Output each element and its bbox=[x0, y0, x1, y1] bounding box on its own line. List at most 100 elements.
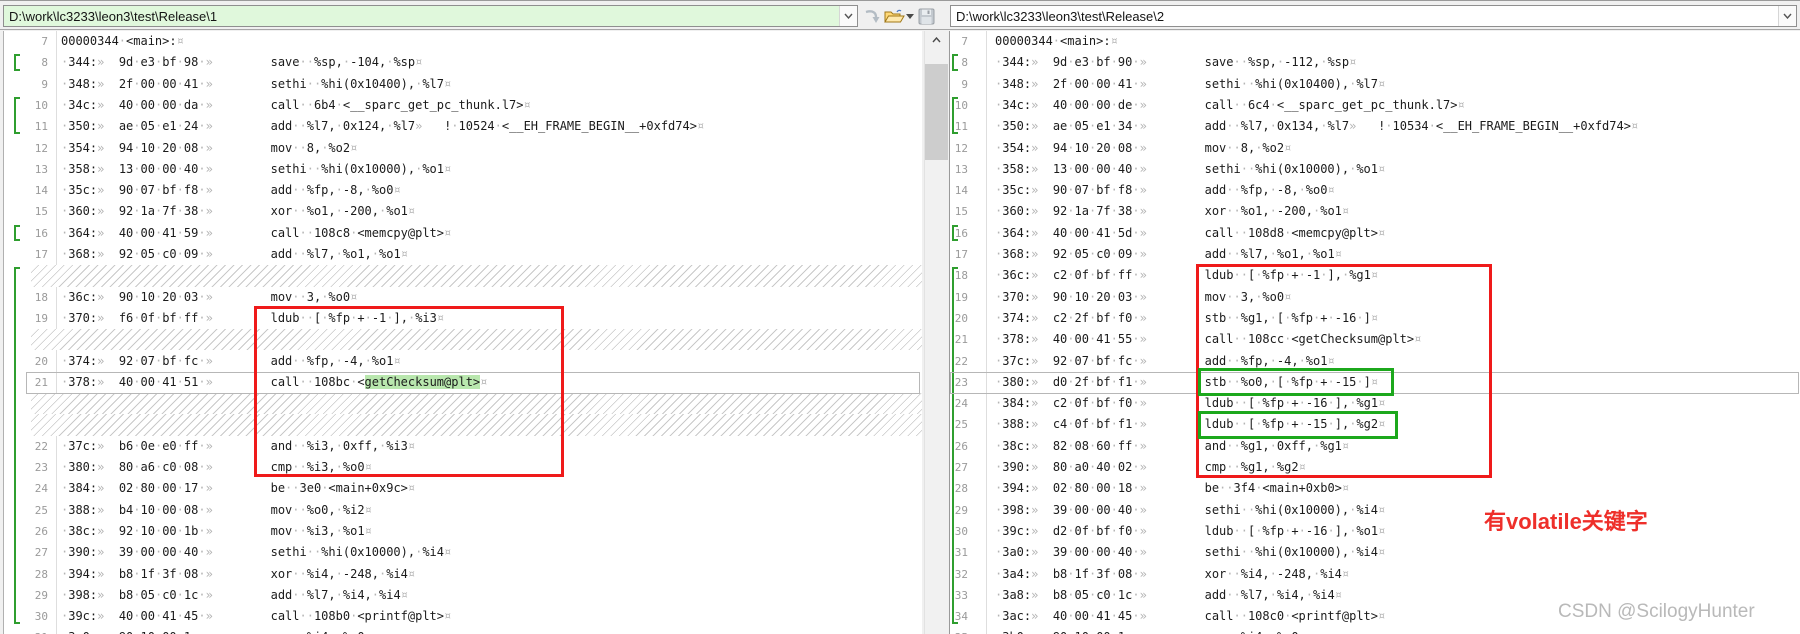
code-text: ·350:» ae·05·e1·34·» add··%l7,·0x134,·%l… bbox=[995, 119, 1639, 134]
change-section-bracket bbox=[952, 54, 958, 71]
left-file-path-combobox[interactable]: D:\work\lc3233\leon3\test\Release\1 bbox=[3, 5, 858, 27]
left-code-pane[interactable]: 7 00000344·<main>:¤ 8 ·344:» 9d·e3·bf·98·» … bbox=[3, 31, 922, 634]
right-file-path-combobox[interactable]: D:\work\lc3233\leon3\test\Release\2 bbox=[950, 5, 1797, 27]
code-line: 16·364:» 40·00·41·5d·» call··108d8·<memc… bbox=[950, 223, 1800, 244]
code-text: ·388:» b4·10·00·08·» mov··%o0,·%i2¤ bbox=[61, 502, 372, 517]
line-number: 30 bbox=[34, 610, 48, 624]
code-text: ·35c:» 90·07·bf·f8·» add··%fp,·-8,·%o0¤ bbox=[995, 183, 1335, 198]
code-text: ·358:» 13·00·00·40·» sethi··%hi(0x10000)… bbox=[61, 161, 452, 176]
code-text: ·360:» 92·1a·7f·38·» xor··%o1,·-200,·%o1… bbox=[61, 204, 416, 219]
diff-gap-row bbox=[31, 393, 922, 415]
code-line: 14 ·35c:» 90·07·bf·f8·» add··%fp,·-8,·%o0… bbox=[4, 180, 922, 201]
code-line: 26·38c:» 82·08·60·ff·» and··%g1,·0xff,·%… bbox=[950, 436, 1800, 457]
open-dropdown-caret-icon[interactable] bbox=[906, 14, 914, 19]
code-text: ·390:» 80·a0·40·02·» cmp··%g1,·%g2¤ bbox=[995, 460, 1306, 474]
code-text: ·348:» 2f·00·00·41·» sethi··%hi(0x10400)… bbox=[61, 76, 452, 91]
code-line: 25 ·388:» b4·10·00·08·» mov··%o0,·%i2¤ bbox=[4, 500, 922, 521]
code-line: 24 ·384:» 02·80·00·17·» be··3e0·<main+0x9… bbox=[4, 478, 922, 499]
code-text: ·344:» 9d·e3·bf·90·» save··%sp,·-112,·%s… bbox=[995, 55, 1357, 70]
code-text: ·394:» 02·80·00·18·» be··3f4·<main+0xb0>… bbox=[995, 481, 1350, 496]
code-line: 12 ·354:» 94·10·20·08·» mov··8,·%o2¤ bbox=[950, 138, 1800, 159]
code-line: 9 ·348:» 2f·00·00·41·» sethi··%hi(0x10400… bbox=[950, 74, 1800, 95]
line-number: 14 bbox=[34, 184, 48, 198]
line-number: 20 bbox=[34, 354, 48, 368]
right-path-dropdown-button[interactable] bbox=[1778, 6, 1796, 26]
code-line: 11·350:» ae·05·e1·34·» add··%l7,·0x134,·… bbox=[950, 116, 1800, 137]
code-line: 31·3a0:» 90·10·00·1c·» mov··%i4,·%o0¤ bbox=[4, 627, 922, 634]
left-vertical-scrollbar[interactable] bbox=[924, 31, 948, 634]
line-number: 29 bbox=[34, 588, 48, 602]
code-line: 22·37c:» 92·07·bf·fc·» add··%fp,·-4,·%o1… bbox=[950, 351, 1800, 372]
code-text: ·360:» 92·1a·7f·38·» xor··%o1,·-200,·%o1… bbox=[995, 204, 1350, 219]
code-line: 21·378:» 40·00·41·55·» call··108cc·<getC… bbox=[950, 329, 1800, 350]
code-text: ·3a4:» b8·1f·3f·08·» xor··%i4,·-248,·%i4… bbox=[995, 566, 1350, 581]
line-number: 13 bbox=[954, 162, 968, 176]
code-line: 15 ·360:» 92·1a·7f·38·» xor··%o1,·-200,·%… bbox=[950, 201, 1800, 222]
code-line: 13 ·358:» 13·00·00·40·» sethi··%hi(0x1000… bbox=[4, 159, 922, 180]
code-line: 14 ·35c:» 90·07·bf·f8·» add··%fp,·-8,·%o0… bbox=[950, 180, 1800, 201]
code-line: 27 ·390:» 39·00·00·40·» sethi··%hi(0x1000… bbox=[4, 542, 922, 563]
line-number: 25 bbox=[34, 503, 48, 517]
code-line: 17 ·368:» 92·05·c0·09·» add··%l7,·%o1,·%o… bbox=[950, 244, 1800, 265]
code-text: ·368:» 92·05·c0·09·» add··%l7,·%o1,·%o1¤ bbox=[995, 247, 1342, 261]
code-text: ·38c:» 82·08·60·ff·» and··%g1,·0xff,·%g1… bbox=[995, 438, 1350, 453]
code-text: ·344:» 9d·e3·bf·98·» save··%sp,·-104,·%s… bbox=[61, 55, 423, 70]
code-text: ·3ac:» 40·00·41·45·» call··108c0·<printf… bbox=[995, 609, 1386, 624]
code-text: ·37c:» b6·0e·e0·ff·» and··%i3,·0xff,·%i3… bbox=[61, 438, 416, 453]
open-file-button[interactable] bbox=[883, 6, 905, 27]
code-line: 32·3a4:» b8·1f·3f·08·» xor··%i4,·-248,·%… bbox=[950, 564, 1800, 585]
left-file-path[interactable]: D:\work\lc3233\leon3\test\Release\1 bbox=[4, 6, 839, 26]
code-text: ·374:» c2·2f·bf·f0·» stb··%g1,·[·%fp·+·-… bbox=[995, 310, 1379, 325]
line-number: 14 bbox=[954, 184, 968, 198]
chevron-down-icon bbox=[1783, 13, 1792, 19]
line-number: 15 bbox=[34, 205, 48, 219]
code-line: 19 ·370:» f6·0f·bf·ff·» ldub··[·%fp·+·-1·… bbox=[4, 308, 922, 329]
code-text: ·374:» 92·07·bf·fc·» add··%fp,·-4,·%o1¤ bbox=[61, 353, 401, 368]
scrollbar-thumb[interactable] bbox=[925, 64, 948, 160]
csdn-watermark: CSDN @ScilogyHunter bbox=[1558, 601, 1755, 622]
right-file-path[interactable]: D:\work\lc3233\leon3\test\Release\2 bbox=[951, 6, 1778, 26]
line-number: 13 bbox=[34, 162, 48, 176]
line-number: 27 bbox=[34, 546, 48, 560]
toolbar: D:\work\lc3233\leon3\test\Release\1 D:\w… bbox=[0, 0, 1800, 30]
line-number: 11 bbox=[34, 120, 48, 134]
code-line: 18 ·36c:» 90·10·20·03·» mov··3,·%o0¤ bbox=[4, 287, 922, 308]
scroll-up-button[interactable] bbox=[925, 31, 948, 49]
code-text: ·398:» b8·05·c0·1c·» add··%l7,·%i4,·%i4¤ bbox=[61, 587, 408, 602]
right-code-pane[interactable]: 7 00000344·<main>:¤ 8·344:» 9d·e3·bf·90·» … bbox=[949, 31, 1800, 634]
code-text: ·38c:» 92·10·00·1b·» mov··%i3,·%o1¤ bbox=[61, 523, 372, 538]
line-number: 18 bbox=[34, 290, 48, 304]
code-text: ·39c:» d2·0f·bf·f0·» ldub··[·%fp·+·-16·]… bbox=[995, 523, 1386, 538]
code-text: ·34c:» 40·00·00·da·» call··6b4·<__sparc_… bbox=[61, 97, 531, 112]
line-number: 17 bbox=[34, 248, 48, 261]
code-text: ·380:» 80·a6·c0·08·» cmp··%i3,·%o0¤ bbox=[61, 460, 372, 474]
line-number: 12 bbox=[954, 141, 968, 155]
line-number: 28 bbox=[34, 567, 48, 581]
code-text: ·394:» b8·1f·3f·08·» xor··%i4,·-248,·%i4… bbox=[61, 566, 416, 581]
code-text: ·384:» c2·0f·bf·f0·» ldub··[·%fp·+·-16·]… bbox=[995, 396, 1386, 411]
code-text: ·3a0:» 39·00·00·40·» sethi··%hi(0x10000)… bbox=[995, 545, 1386, 560]
code-line: 7 00000344·<main>:¤ bbox=[4, 31, 922, 52]
code-text: ·3a8:» b8·05·c0·1c·» add··%l7,·%i4,·%i4¤ bbox=[995, 587, 1342, 602]
code-line: 29 ·398:» b8·05·c0·1c·» add··%l7,·%i4,·%i… bbox=[4, 585, 922, 606]
code-line: 10·34c:» 40·00·00·de·» call··6c4·<__spar… bbox=[950, 95, 1800, 116]
code-line: 30 ·39c:» 40·00·41·45·» call··108b0·<prin… bbox=[4, 606, 922, 627]
line-number: 12 bbox=[34, 141, 48, 155]
code-line: 10 ·34c:» 40·00·00·da·» call··6b4·<__spar… bbox=[4, 95, 922, 116]
code-line: 18·36c:» c2·0f·bf·ff·» ldub··[·%fp·+·-1·… bbox=[950, 265, 1800, 286]
save-button[interactable] bbox=[915, 6, 937, 27]
code-line: 30·39c:» d2·0f·bf·f0·» ldub··[·%fp·+·-16… bbox=[950, 521, 1800, 542]
left-path-dropdown-button[interactable] bbox=[839, 6, 857, 26]
change-section-bracket bbox=[14, 267, 20, 625]
code-line: 11 ·350:» ae·05·e1·24·» add··%l7,·0x124,·… bbox=[4, 116, 922, 137]
change-section-bracket bbox=[952, 267, 958, 625]
line-number: 17 bbox=[954, 248, 968, 261]
code-text: ·36c:» c2·0f·bf·ff·» ldub··[·%fp·+·-1·],… bbox=[995, 268, 1379, 283]
code-line: 26 ·38c:» 92·10·00·1b·» mov··%i3,·%o1¤ bbox=[4, 521, 922, 542]
code-text: ·348:» 2f·00·00·41·» sethi··%hi(0x10400)… bbox=[995, 76, 1386, 91]
diff-tool-window: D:\work\lc3233\leon3\test\Release\1 D:\w… bbox=[0, 0, 1800, 634]
transfer-button[interactable] bbox=[861, 6, 883, 27]
code-line: 8 ·344:» 9d·e3·bf·98·» save··%sp,·-104,·%… bbox=[4, 52, 922, 73]
line-number: 24 bbox=[34, 482, 48, 496]
line-number: 22 bbox=[34, 439, 48, 453]
